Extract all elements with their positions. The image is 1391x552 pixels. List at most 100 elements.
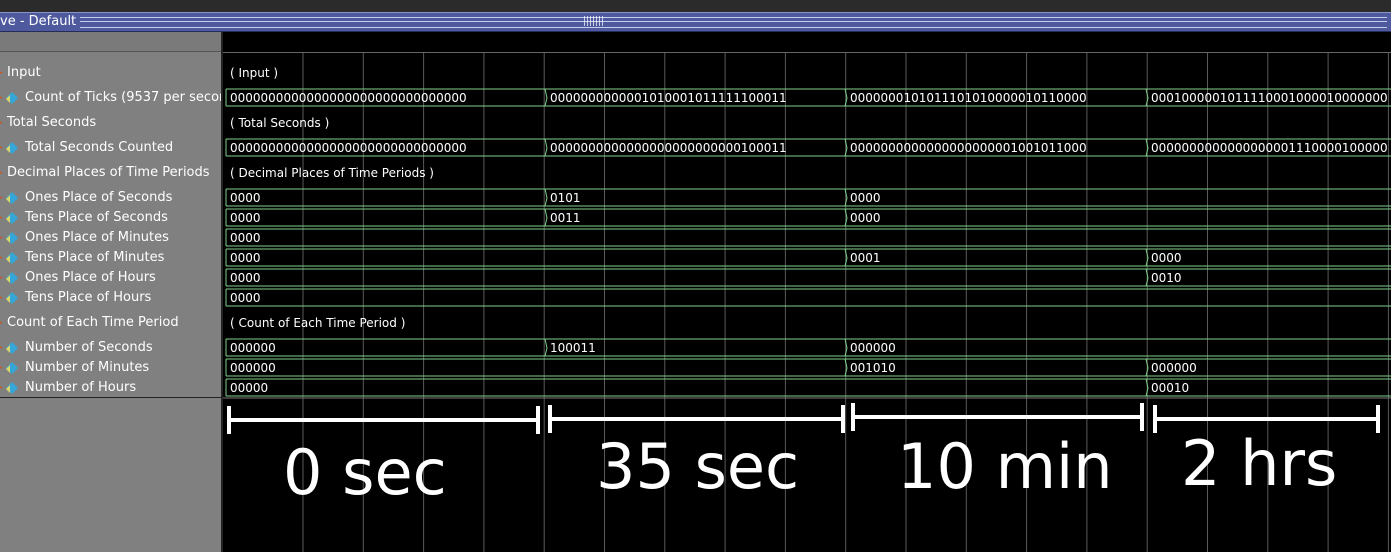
signal-name: Ones Place of Seconds — [25, 190, 173, 205]
signal-name: Total Seconds Counted — [25, 140, 174, 155]
drag-handle-icon[interactable] — [584, 16, 604, 26]
annotation-label: 10 min — [897, 430, 1113, 503]
expand-arrow-icon[interactable]: ▸ — [0, 378, 3, 398]
signal-row[interactable]: ▸ Number of Minutes — [0, 358, 221, 378]
wave-value: 000000 — [1151, 361, 1197, 375]
signal-name: Ones Place of Hours — [25, 270, 156, 285]
signal-panel-header — [0, 32, 221, 52]
wave-value: 100011 — [550, 341, 596, 355]
signal-name: Number of Minutes — [25, 360, 150, 375]
wave-value: 0010 — [1151, 271, 1182, 285]
wave-value: 0000 — [850, 191, 881, 205]
wave-value: 000000 — [230, 341, 276, 355]
waveform-panel[interactable]: ( Input ) 0000000000000000000000000000000… — [223, 32, 1391, 552]
expand-arrow-icon[interactable]: ▸ — [0, 208, 3, 228]
signal-name: Tens Place of Minutes — [25, 250, 165, 265]
signal-icon — [6, 272, 18, 284]
expand-arrow-icon[interactable]: ▸ — [0, 338, 3, 358]
window-title: ve - Default — [0, 14, 81, 30]
annotation-label: 0 sec — [283, 436, 447, 509]
wave-value: 0000 — [230, 291, 261, 305]
wave-value: 0000000000000000000001001011000 — [850, 141, 1087, 155]
signal-name: Total Seconds — [7, 115, 97, 130]
top-strip — [0, 0, 1391, 12]
signal-name: Number of Seconds — [25, 340, 153, 355]
wave-value: 0000000000000000001110000100000 — [1151, 141, 1388, 155]
expand-arrow-icon[interactable]: ▸ — [0, 163, 3, 183]
wave-value: 0000 — [230, 231, 261, 245]
wave-value: 0000 — [230, 251, 261, 265]
wave-value: 00010 — [1151, 381, 1190, 395]
expand-arrow-icon[interactable]: ▸ — [0, 288, 3, 308]
signal-row[interactable]: ▸ Number of Seconds — [0, 338, 221, 358]
expand-arrow-icon[interactable]: ▸ — [0, 358, 3, 378]
wave-value: 0000000000000000000000000100011 — [550, 141, 787, 155]
signal-row[interactable]: ▸ Tens Place of Seconds — [0, 208, 221, 228]
wave-value: 0000 — [230, 211, 261, 225]
wave-value: 00000 — [230, 381, 269, 395]
expand-arrow-icon[interactable]: ▸ — [0, 313, 3, 333]
signal-icon — [6, 192, 18, 204]
wave-value: 0000 — [1151, 251, 1182, 265]
expand-arrow-icon[interactable]: ▸ — [0, 63, 3, 83]
expand-arrow-icon[interactable]: ▸ — [0, 188, 3, 208]
signal-name: Count of Ticks (9537 per second) — [25, 90, 241, 105]
signal-row[interactable]: ▸ Ones Place of Seconds — [0, 188, 221, 208]
wave-transition — [544, 208, 548, 227]
wave-transition — [544, 188, 548, 207]
annotation-label: 2 hrs — [1181, 427, 1338, 500]
signal-name: Number of Hours — [25, 380, 137, 395]
signal-icon — [6, 232, 18, 244]
wave-value: 0000000000001010001011111100011 — [550, 91, 787, 105]
signal-name: Count of Each Time Period — [7, 315, 179, 330]
signal-name: Decimal Places of Time Periods — [7, 165, 210, 180]
expand-arrow-icon[interactable]: ▸ — [0, 228, 3, 248]
expand-arrow-icon[interactable]: ▸ — [0, 248, 3, 268]
window-title-bar[interactable]: ve - Default — [0, 12, 1391, 32]
signal-row[interactable]: ▸ Total Seconds Counted — [0, 138, 221, 158]
wave-value: 000000 — [850, 341, 896, 355]
annotation-label: 35 sec — [596, 430, 800, 503]
wave-value: 0000 — [850, 211, 881, 225]
signal-icon — [6, 362, 18, 374]
expand-arrow-icon[interactable]: ▸ — [0, 88, 3, 108]
signal-row[interactable]: ▸ Count of Ticks (9537 per second) — [0, 88, 241, 108]
expand-arrow-icon[interactable]: ▸ — [0, 113, 3, 133]
wave-value: 0000000000000000000000000000000 — [230, 91, 467, 105]
signal-row[interactable]: ▸ Tens Place of Minutes — [0, 248, 221, 268]
signal-group-row[interactable]: ▸ Decimal Places of Time Periods — [0, 163, 221, 183]
wave-transition — [544, 88, 548, 107]
signal-name-panel: ▸ Input ▸ Count of Ticks (9537 per second) ▸… — [0, 32, 241, 552]
wave-value: 0000 — [230, 191, 261, 205]
group-value-label: ( Count of Each Time Period ) — [230, 316, 406, 330]
wave-value: 0001 — [850, 251, 881, 265]
signal-name: Tens Place of Hours — [25, 290, 152, 305]
wave-value: 0011 — [550, 211, 581, 225]
wave-value: 0000 — [230, 271, 261, 285]
signal-icon — [6, 252, 18, 264]
signal-group-row[interactable]: ▸ Total Seconds — [0, 113, 221, 133]
wave-value: 0101 — [550, 191, 581, 205]
signal-group-row[interactable]: ▸ Input — [0, 63, 221, 83]
group-value-label: ( Total Seconds ) — [230, 116, 330, 130]
signal-name: Ones Place of Minutes — [25, 230, 169, 245]
wave-value: 0000000101011101010000010110000 — [850, 91, 1087, 105]
title-bar-decoration — [74, 17, 1387, 28]
signal-icon — [6, 142, 18, 154]
signal-icon — [6, 292, 18, 304]
signal-icon — [6, 382, 18, 394]
group-value-label: ( Input ) — [230, 66, 279, 80]
signal-row[interactable]: ▸ Ones Place of Minutes — [0, 228, 221, 248]
signal-icon — [6, 212, 18, 224]
expand-arrow-icon[interactable]: ▸ — [0, 138, 3, 158]
signal-group-row[interactable]: ▸ Count of Each Time Period — [0, 313, 221, 333]
signal-name: Input — [7, 65, 41, 80]
wave-value: 0000000000000000000000000000000 — [230, 141, 467, 155]
signal-row[interactable]: ▸ Number of Hours — [0, 378, 221, 398]
group-value-label: ( Decimal Places of Time Periods ) — [230, 166, 434, 180]
signal-row[interactable]: ▸ Tens Place of Hours — [0, 288, 221, 308]
signal-name: Tens Place of Seconds — [25, 210, 168, 225]
signal-row[interactable]: ▸ Ones Place of Hours — [0, 268, 221, 288]
expand-arrow-icon[interactable]: ▸ — [0, 268, 3, 288]
wave-transition — [544, 338, 548, 357]
